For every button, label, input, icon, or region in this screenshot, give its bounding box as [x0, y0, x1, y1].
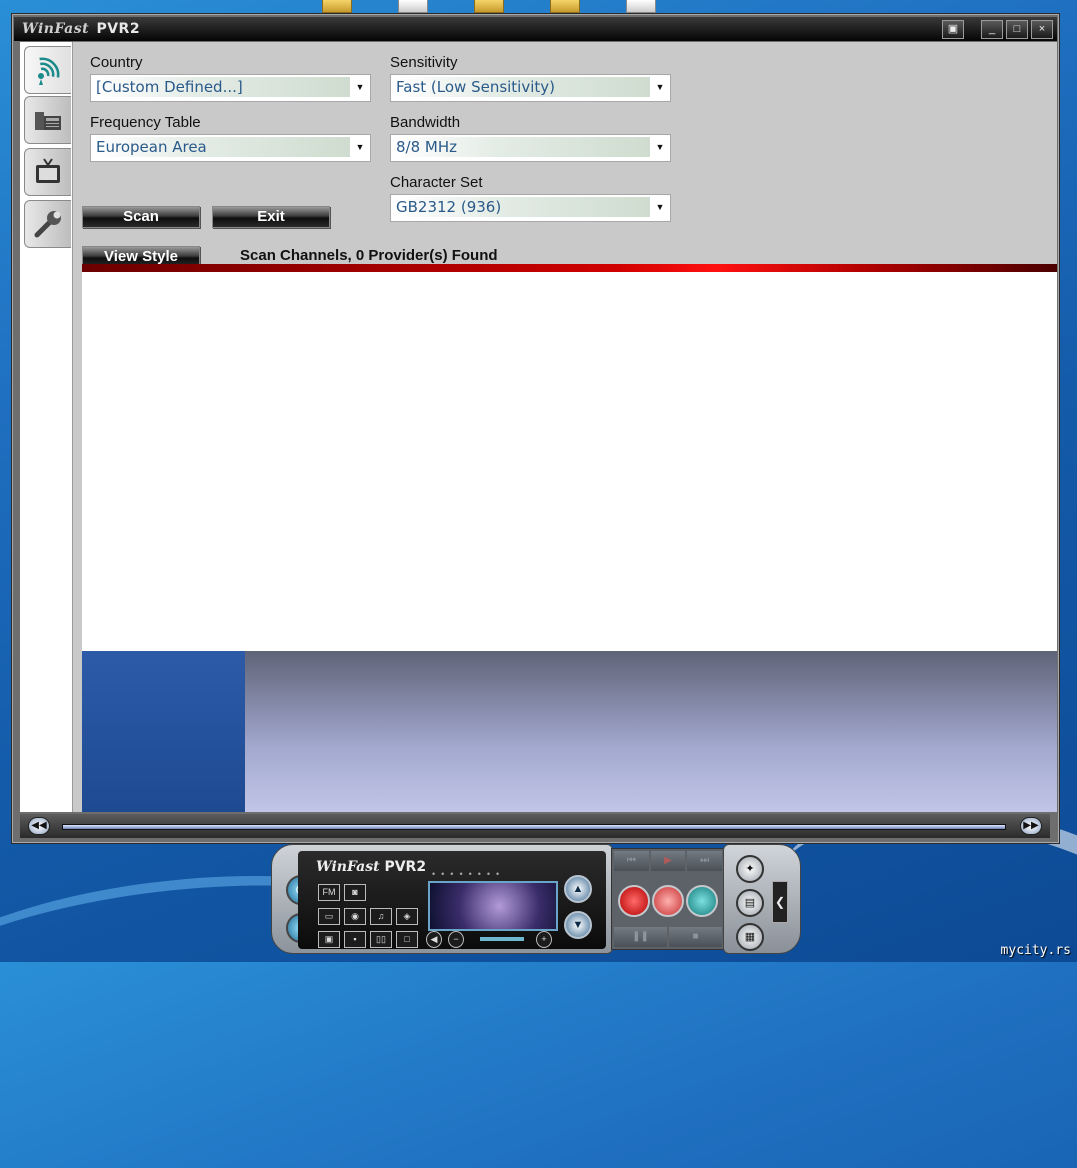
pip-small-icon[interactable]: ▪	[344, 931, 366, 948]
mini-preview-screen[interactable]	[428, 881, 558, 931]
bandwidth-label: Bandwidth	[390, 114, 461, 131]
winfast-window: WinFast PVR2 ▣ _ □ × Country [Custom Def…	[11, 13, 1060, 844]
frequency-table-label: Frequency Table	[90, 114, 201, 131]
rewind-icon[interactable]: ◀◀	[28, 817, 50, 835]
eye-icon[interactable]: ◈	[396, 908, 418, 925]
desktop-icon[interactable]	[626, 0, 656, 13]
player-panel: WinFast PVR2 •••••••• FM ◙ ▭ ◉ ♫ ◈ ▣ ▪ ▯…	[298, 851, 606, 949]
tv-icon	[36, 158, 60, 183]
volume-slider[interactable]	[480, 937, 524, 941]
desktop-icon[interactable]	[550, 0, 580, 13]
pause-icon[interactable]: ❚❚	[614, 927, 667, 947]
seek-bar: ◀◀ ▶▶	[20, 814, 1050, 838]
transport-panel: ⏮ ▶ ⏭ ❚❚ ■	[611, 848, 725, 950]
client-area: Country [Custom Defined...] ▼ Frequency …	[20, 42, 1057, 812]
character-set-value: GB2312 (936)	[394, 197, 650, 217]
settings-wrench-icon[interactable]: ✦	[736, 855, 764, 883]
app-logo: WinFast PVR2	[22, 21, 140, 37]
channel-list[interactable]	[82, 272, 1057, 651]
title-brand: WinFast	[22, 21, 90, 37]
stop-icon[interactable]: ■	[669, 927, 722, 947]
country-label: Country	[90, 54, 143, 71]
scan-button[interactable]: Scan	[82, 206, 200, 228]
player-brand: WinFast	[316, 859, 380, 875]
divider-bar	[82, 264, 1057, 272]
chevron-down-icon[interactable]: ▼	[652, 137, 668, 157]
preview-thumbnail	[82, 651, 245, 812]
sensitivity-select[interactable]: Fast (Low Sensitivity) ▼	[390, 74, 671, 102]
split-view-icon[interactable]: ▯▯	[370, 931, 392, 948]
play-icon[interactable]: ▶	[650, 851, 686, 871]
bandwidth-value: 8/8 MHz	[394, 137, 650, 157]
title-bar[interactable]: WinFast PVR2 ▣ _ □ ×	[14, 17, 1057, 41]
signal-dots: ••••••••	[432, 869, 506, 879]
compact-mode-button[interactable]: ▣	[942, 20, 964, 39]
tab-settings[interactable]	[24, 200, 71, 248]
character-set-label: Character Set	[390, 174, 483, 191]
fast-forward-icon[interactable]: ▶▶	[1020, 817, 1042, 835]
player-product: PVR2	[384, 859, 427, 875]
collapse-arrow-icon[interactable]: ❮	[772, 881, 788, 923]
chevron-down-icon[interactable]: ▼	[352, 137, 368, 157]
watermark: mycity.rs	[1000, 943, 1071, 958]
frequency-table-value: European Area	[94, 137, 350, 157]
exit-button[interactable]: Exit	[212, 206, 330, 228]
wrench-icon	[34, 211, 61, 238]
volume-down-icon[interactable]: −	[448, 931, 464, 948]
player-logo: WinFast PVR2	[316, 859, 426, 875]
sensitivity-label: Sensitivity	[390, 54, 458, 71]
character-set-select[interactable]: GB2312 (936) ▼	[390, 194, 671, 222]
sensitivity-value: Fast (Low Sensitivity)	[394, 77, 650, 97]
chevron-down-icon[interactable]: ▼	[652, 197, 668, 217]
music-icon[interactable]: ♫	[370, 908, 392, 925]
speaker-icon[interactable]: ◀	[426, 931, 442, 948]
antenna-icon	[38, 57, 60, 85]
tab-antenna-scan[interactable]	[24, 46, 71, 94]
scan-panel: Country [Custom Defined...] ▼ Frequency …	[82, 42, 1057, 268]
folder-icon[interactable]: ▭	[318, 908, 340, 925]
bandwidth-select[interactable]: 8/8 MHz ▼	[390, 134, 671, 162]
camera-icon[interactable]: ◉	[344, 908, 366, 925]
pip-icon[interactable]: ▣	[318, 931, 340, 948]
keyboard-icon[interactable]: ▦	[736, 923, 764, 951]
previous-icon[interactable]: ⏮	[614, 851, 649, 871]
desktop-icon[interactable]	[474, 0, 504, 13]
tab-tv[interactable]	[24, 148, 71, 196]
snapshot-icon[interactable]: ◙	[344, 884, 366, 901]
preview-area	[245, 651, 1057, 812]
scan-status: Scan Channels, 0 Provider(s) Found	[240, 247, 498, 264]
next-icon[interactable]: ⏭	[687, 851, 723, 871]
channel-up-icon[interactable]: ▲	[564, 875, 592, 903]
radio-icon	[35, 112, 61, 130]
timeshift-icon[interactable]	[652, 885, 684, 917]
fm-button[interactable]: FM	[318, 884, 340, 901]
tab-channel-list[interactable]	[24, 96, 71, 144]
country-value: [Custom Defined...]	[94, 77, 350, 97]
seek-track[interactable]	[62, 824, 1006, 830]
record-button-icon[interactable]	[618, 885, 650, 917]
remote-icon[interactable]: ▤	[736, 889, 764, 917]
sidebar	[20, 42, 73, 812]
title-product: PVR2	[96, 21, 141, 37]
maximize-button[interactable]: □	[1006, 20, 1028, 39]
schedule-icon[interactable]	[686, 885, 718, 917]
fullscreen-icon[interactable]: □	[396, 931, 418, 948]
volume-up-icon[interactable]: +	[536, 931, 552, 948]
desktop-icon[interactable]	[398, 0, 428, 13]
channel-down-icon[interactable]: ▼	[564, 911, 592, 939]
chevron-down-icon[interactable]: ▼	[352, 77, 368, 97]
country-select[interactable]: [Custom Defined...] ▼	[90, 74, 371, 102]
chevron-down-icon[interactable]: ▼	[652, 77, 668, 97]
minimize-button[interactable]: _	[981, 20, 1003, 39]
close-button[interactable]: ×	[1031, 20, 1053, 39]
player-control: ⏻ ● WinFast PVR2 •••••••• FM ◙ ▭ ◉ ♫ ◈ ▣…	[271, 842, 801, 954]
desktop-icon[interactable]	[322, 0, 352, 13]
frequency-table-select[interactable]: European Area ▼	[90, 134, 371, 162]
player-right-panel: ✦ ▤ ▦ ❮	[723, 844, 801, 954]
player-body: ⏻ ● WinFast PVR2 •••••••• FM ◙ ▭ ◉ ♫ ◈ ▣…	[271, 844, 613, 954]
